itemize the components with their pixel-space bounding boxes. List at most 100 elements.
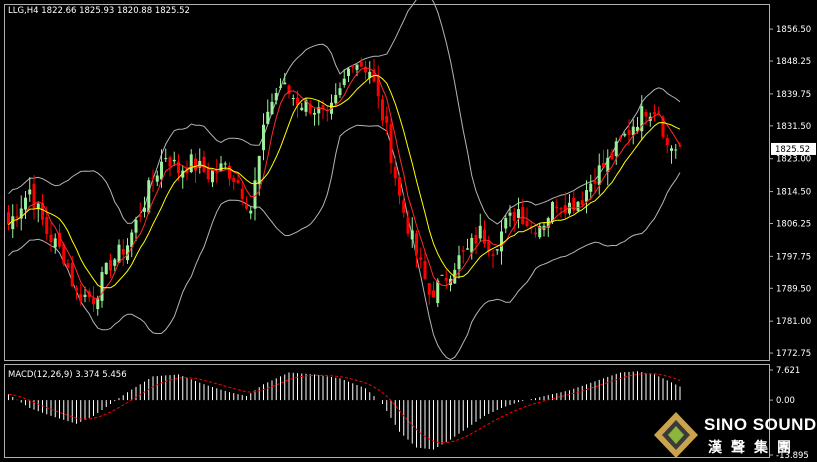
candle-body: [206, 167, 210, 180]
candle-body: [559, 208, 563, 210]
candle-body: [406, 217, 410, 234]
candle-body: [24, 197, 27, 210]
candle-body: [589, 183, 593, 192]
candle-body: [619, 136, 622, 140]
candle-body: [415, 233, 418, 255]
candle-body: [266, 111, 270, 124]
candle-body: [653, 112, 656, 115]
candle-body: [512, 211, 516, 222]
candle-body: [478, 225, 482, 239]
candle-body: [172, 159, 176, 162]
candle-body: [436, 280, 440, 304]
candle-body: [113, 259, 117, 266]
candle-body: [215, 172, 219, 174]
candle-body: [432, 290, 435, 298]
candle-body: [461, 250, 465, 252]
ma-slow-line: [8, 74, 681, 289]
price-tick-label: 1823.00: [776, 155, 811, 165]
candle-body: [245, 204, 248, 209]
candle-body: [219, 163, 223, 171]
candle-body: [168, 157, 172, 167]
candle-body: [28, 189, 32, 195]
candle-body: [440, 274, 444, 276]
candle-body: [11, 216, 15, 230]
candle-body: [504, 218, 508, 229]
candle-body: [249, 210, 253, 214]
price-tick-label: 1814.50: [776, 188, 811, 198]
candle-body: [300, 107, 304, 111]
candle-body: [257, 155, 261, 185]
candle-body: [189, 154, 193, 173]
candle-body: [627, 130, 631, 135]
candle-body: [232, 177, 236, 183]
brand-name-cn: 漢聲集團: [708, 440, 800, 456]
candle-body: [83, 294, 87, 297]
sino-sound-logo: SINO SOUND 漢聲集團: [652, 408, 817, 462]
candle-body: [334, 95, 338, 104]
candle-body: [79, 293, 83, 302]
price-tick-label: 1789.50: [776, 284, 811, 294]
candle-body: [444, 277, 448, 281]
candle-body: [483, 229, 486, 244]
price-axis: 1856.50 1848.25 1839.75 1831.50 1823.00 1814.…: [769, 25, 816, 461]
candle-body: [402, 200, 406, 213]
candle-body: [223, 163, 227, 165]
candle-body: [491, 254, 495, 256]
candle-body: [393, 166, 397, 179]
candle-body: [342, 78, 346, 85]
candle-body: [534, 232, 537, 235]
candle-body: [143, 207, 146, 212]
brand-name-en: SINO SOUND: [704, 415, 817, 434]
candle-body: [283, 82, 287, 85]
candle-body: [576, 201, 580, 211]
candle-body: [121, 248, 125, 255]
candle-body: [338, 88, 342, 96]
candle-body: [347, 68, 350, 76]
macd-header: MACD(12,26,9) 3.374 5.456: [8, 370, 127, 380]
candle-body: [470, 237, 474, 253]
candle-body: [75, 287, 78, 291]
candle-body: [389, 123, 393, 164]
candle-body: [508, 212, 512, 216]
candle-body: [53, 238, 57, 248]
candle-body: [49, 234, 53, 243]
candle-body: [160, 161, 163, 180]
candle-body: [427, 283, 431, 295]
candle-body: [665, 138, 669, 146]
candle-body: [631, 126, 635, 136]
candle-body: [92, 298, 95, 305]
candle-body: [355, 64, 359, 70]
candle-body: [674, 149, 678, 151]
price-tick-label: 1848.25: [776, 57, 811, 67]
symbol-header: LLG,H4 1822.66 1825.93 1820.88 1825.52: [8, 6, 190, 16]
candle-body: [410, 230, 414, 240]
price-tick-label: 1781.00: [776, 317, 811, 327]
candle-body: [423, 261, 427, 279]
candle-body: [521, 206, 525, 225]
bollinger-bands: [8, 0, 681, 361]
candle-body: [351, 65, 355, 68]
price-tick-label: 1806.25: [776, 219, 811, 229]
candle-body: [474, 234, 478, 244]
candle-body: [593, 180, 597, 184]
candle-body: [228, 165, 231, 179]
candle-body: [670, 148, 673, 151]
macd-tick-label: 0.00: [776, 396, 795, 406]
candle-body: [138, 215, 142, 218]
candle-body: [602, 162, 605, 168]
candle-body: [597, 165, 601, 185]
diamond-emblem-icon: [654, 412, 698, 458]
candle-body: [211, 170, 214, 183]
candle-body: [117, 244, 121, 263]
candle-body: [291, 98, 295, 100]
candle-body: [419, 257, 423, 260]
price-tick-label: 1772.75: [776, 349, 811, 359]
candle-body: [100, 272, 104, 301]
candle-body: [359, 61, 363, 67]
candle-body: [457, 255, 461, 270]
candle-body: [385, 115, 389, 123]
candle-body: [45, 216, 49, 234]
candle-body: [500, 231, 503, 252]
candle-body: [610, 152, 614, 160]
candle-body: [15, 216, 19, 218]
